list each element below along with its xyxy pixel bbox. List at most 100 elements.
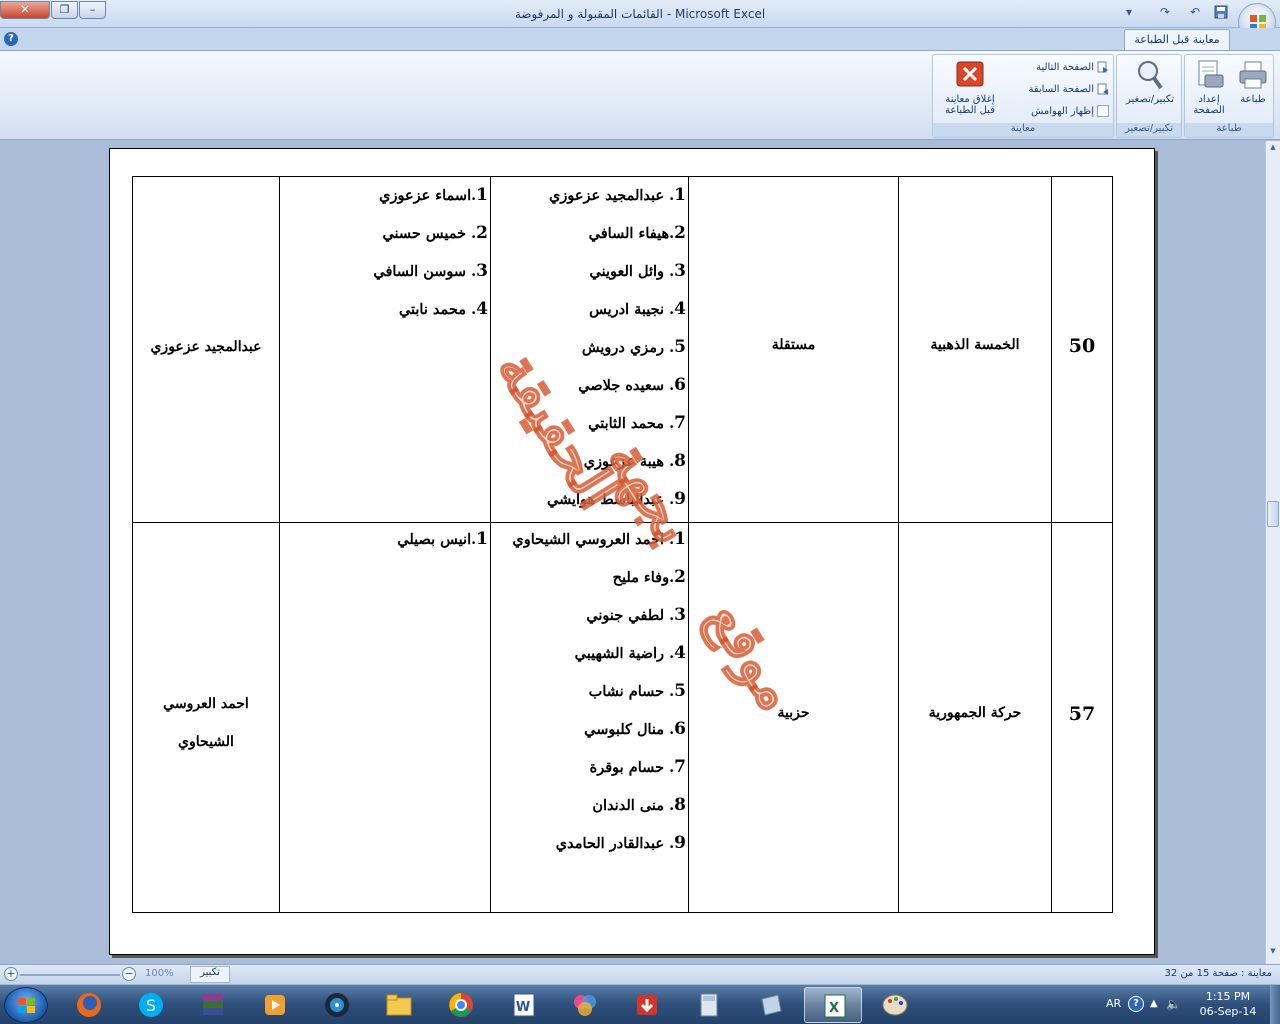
prev-page-label: الصفحة السابقة — [1028, 84, 1094, 95]
list-item: 1. عبدالمجيد عزعوزي — [549, 185, 686, 205]
list-item: 3. لطفي جنوني — [586, 605, 686, 625]
lists-table: 50 الخمسة الذهبية مستقلة 1. عبدالمجيد عز… — [132, 176, 1113, 913]
clock-date: 06-Sep-14 — [1199, 1005, 1257, 1018]
page-setup-button[interactable]: إعداد الصفحة — [1189, 59, 1229, 121]
redo-icon[interactable]: ↷ — [1156, 5, 1174, 21]
help-tray-icon[interactable]: ? — [1128, 996, 1144, 1012]
taskbar-firefox[interactable] — [60, 987, 118, 1023]
print-group: طباعة إعداد الصفحة طباعة — [1184, 54, 1274, 138]
next-page-label: الصفحة التالية — [1036, 62, 1094, 73]
print-group-label: طباعة — [1185, 123, 1273, 137]
chrome-icon — [449, 993, 473, 1017]
picasa-icon — [574, 995, 596, 1016]
taskbar-palette[interactable] — [866, 987, 924, 1023]
prev-page-button[interactable]: الصفحة السابقة — [1011, 81, 1109, 99]
taskbar-paint[interactable] — [556, 987, 614, 1023]
help-icon[interactable]: ? — [4, 32, 18, 46]
title-bar: ✕ ❐ – القائمات المقبولة و المرفوضة - Mic… — [0, 0, 1280, 41]
close-preview-button[interactable]: إغلاق معاينة قبل الطباعة — [937, 59, 1003, 121]
list-head: احمد العروسي الشيحاوي — [133, 685, 279, 761]
save-icon[interactable] — [1212, 5, 1230, 21]
close-preview-label: إغلاق معاينة قبل الطباعة — [945, 94, 995, 116]
taskbar-media[interactable] — [246, 987, 304, 1023]
magnifier-icon — [1138, 61, 1163, 90]
taskbar-skype[interactable]: S — [122, 987, 180, 1023]
page-setup-label: إعداد الصفحة — [1193, 94, 1225, 116]
scroll-up-icon[interactable]: ▲ — [1267, 143, 1279, 157]
vertical-scrollbar[interactable]: ▲ ▼ — [1265, 141, 1280, 964]
taskbar-chrome[interactable] — [432, 987, 490, 1023]
list-head-line: الشيحاوي — [178, 734, 234, 750]
list-item: 4. نجيبة ادريس — [589, 299, 686, 319]
word-icon: W — [513, 993, 535, 1017]
next-page-icon — [1097, 61, 1109, 73]
prev-page-icon — [1097, 83, 1109, 95]
show-margins-label: إظهار الهوامش — [1031, 106, 1094, 117]
list-item: 1. احمد العروسي الشيحاوي — [512, 529, 686, 549]
list-item: 9. عبدالباسط هوايشي — [546, 489, 686, 509]
svg-text:S: S — [146, 996, 156, 1015]
download-icon — [637, 995, 657, 1015]
clock-time: 1:15 PM — [1205, 990, 1251, 1003]
list-item: 4. محمد نابتي — [398, 299, 488, 319]
calculator-icon — [700, 993, 718, 1017]
printer-icon — [1239, 61, 1267, 89]
column-divider — [279, 177, 280, 523]
taskbar-explorer[interactable] — [370, 987, 428, 1023]
checkbox-icon — [1097, 105, 1109, 117]
substitutes-list: 1.انيس بصيلي — [283, 527, 488, 565]
show-margins-checkbox[interactable]: إظهار الهوامش — [1011, 103, 1109, 121]
clock[interactable]: 1:15 PM 06-Sep-14 — [1193, 989, 1263, 1019]
list-item: 2.هيفاء السافي — [588, 223, 686, 243]
taskbar-download[interactable] — [618, 987, 676, 1023]
list-item: 2.وفاء مليح — [612, 567, 686, 587]
start-button[interactable] — [4, 987, 48, 1023]
firefox-icon — [77, 993, 101, 1017]
taskbar: S W X AR ? ▲ 🔈 1:15 PM 06-Sep-14 — [0, 984, 1280, 1024]
windows-icon — [18, 998, 35, 1013]
notes-icon — [761, 994, 782, 1016]
taskbar-winrar[interactable] — [184, 987, 242, 1023]
zoom-label-button[interactable]: تكبير — [190, 966, 230, 983]
tab-print-preview[interactable]: معاينة قبل الطباعة — [1124, 29, 1230, 51]
list-item: 6. منال كلبوسي — [584, 719, 686, 739]
status-bar: + − 100% تكبير معاينة : صفحة 15 من 32 — [0, 964, 1280, 984]
show-desktop-button[interactable] — [1270, 985, 1280, 1024]
column-divider — [490, 177, 491, 523]
print-button[interactable]: طباعة — [1233, 59, 1273, 121]
system-tray: AR ? ▲ 🔈 1:15 PM 06-Sep-14 — [1100, 985, 1280, 1024]
list-item: 1.انيس بصيلي — [397, 529, 488, 549]
taskbar-word[interactable]: W — [494, 987, 552, 1023]
palette-icon — [882, 994, 908, 1016]
scrollbar-thumb[interactable] — [1267, 501, 1279, 527]
preview-group: الصفحة التالية الصفحة السابقة إظهار الهو… — [932, 54, 1114, 138]
list-item: 8. هيبة عزعوزي — [583, 451, 686, 471]
zoom-button[interactable]: تكبير/تصغير — [1121, 59, 1179, 121]
undo-icon[interactable]: ↶ — [1186, 5, 1204, 21]
zoom-in-icon[interactable]: + — [4, 967, 18, 981]
winrar-icon — [203, 994, 223, 1015]
table-row: 57 حركة الجمهورية حزبية 1. احمد العروسي … — [133, 523, 1112, 912]
close-preview-icon — [956, 61, 984, 87]
svg-text:X: X — [829, 1001, 839, 1016]
qat-customize-icon[interactable]: ▾ — [1120, 5, 1138, 21]
list-item: 3. وائل العويني — [589, 261, 686, 281]
zoom-out-icon[interactable]: − — [122, 967, 136, 981]
ribbon: طباعة إعداد الصفحة طباعة تكبير/تصغير تكب… — [0, 50, 1280, 140]
next-page-button[interactable]: الصفحة التالية — [1011, 59, 1109, 77]
tray-expand-icon[interactable]: ▲ — [1150, 998, 1158, 1009]
taskbar-excel[interactable]: X — [804, 987, 862, 1023]
zoom-slider[interactable] — [20, 974, 120, 976]
taskbar-calculator[interactable] — [680, 987, 738, 1023]
language-indicator[interactable]: AR — [1106, 997, 1121, 1010]
substitutes-list: 1.اسماء عزعوزي 2. خميس حسني 3. سوسن السا… — [283, 183, 488, 335]
volume-icon[interactable]: 🔈 — [1166, 997, 1181, 1011]
page-info: معاينة : صفحة 15 من 32 — [1164, 968, 1272, 979]
list-item: 5. رمزي درويش — [581, 337, 686, 357]
taskbar-notes[interactable] — [742, 987, 800, 1023]
taskbar-app[interactable] — [308, 987, 366, 1023]
list-type: مستقلة — [771, 337, 816, 353]
scroll-down-icon[interactable]: ▼ — [1267, 947, 1279, 961]
list-item: 1.اسماء عزعوزي — [379, 185, 488, 205]
list-item: 8. منى الدندان — [592, 795, 686, 815]
